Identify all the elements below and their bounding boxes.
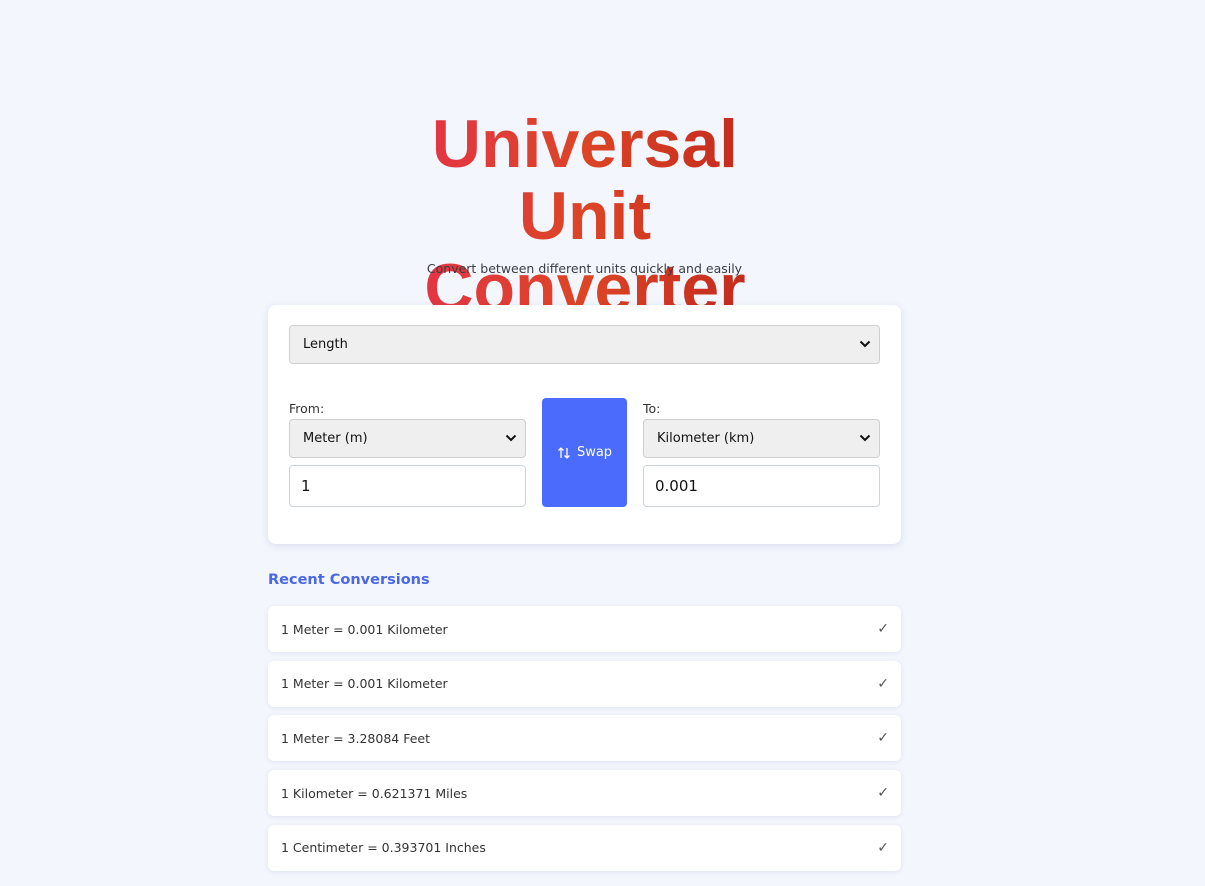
check-icon: ✓ [877,839,889,856]
list-item[interactable]: 1 Kilometer = 0.621371 Miles ✓ [268,770,901,817]
to-value-text: 0.001 [655,477,698,495]
check-icon: ✓ [877,730,889,747]
check-icon: ✓ [877,675,889,692]
list-item-text: 1 Kilometer = 0.621371 Miles [281,785,468,801]
list-item[interactable]: 1 Meter = 3.28084 Feet ✓ [268,715,901,762]
to-unit-select[interactable]: Kilometer (km) [643,419,880,458]
page: Universal Unit Converter Convert between… [0,0,1205,886]
swap-vertical-arrows-icon [557,446,570,459]
list-item-text: 1 Meter = 3.28084 Feet [281,730,431,746]
chevron-down-icon [859,340,871,347]
from-unit-select[interactable]: Meter (m) [289,419,526,458]
list-item[interactable]: 1 Centimeter = 0.393701 Inches ✓ [268,824,901,871]
from-value-text: 1 [301,477,311,495]
swap-button-label: Swap [576,445,613,460]
page-subtitle: Convert between different units quickly … [426,261,743,276]
page-title: Universal Unit Converter [360,108,810,324]
swap-button[interactable]: Swap [542,398,627,507]
converter-card: Length From: Meter (m) 1 Swap To: Kilome… [268,305,901,544]
to-label: To: [643,401,661,416]
list-item-text: 1 Centimeter = 0.393701 Inches [281,840,486,856]
recent-conversions-heading: Recent Conversions [268,572,430,588]
recent-conversions-list: 1 Meter = 0.001 Kilometer ✓ 1 Meter = 0.… [268,606,901,879]
list-item[interactable]: 1 Meter = 0.001 Kilometer ✓ [268,606,901,652]
check-icon: ✓ [877,785,889,802]
from-label: From: [289,401,325,416]
chevron-down-icon [859,434,871,441]
category-select-value: Length [303,337,348,352]
list-item[interactable]: 1 Meter = 0.001 Kilometer ✓ [268,660,901,707]
list-item-text: 1 Meter = 0.001 Kilometer [281,676,448,692]
chevron-down-icon [505,434,517,441]
list-item-text: 1 Meter = 0.001 Kilometer [281,621,448,637]
to-unit-value: Kilometer (km) [657,431,755,446]
category-select[interactable]: Length [289,325,880,364]
to-value-input[interactable]: 0.001 [643,465,880,507]
from-unit-value: Meter (m) [303,431,368,446]
check-icon: ✓ [877,621,889,637]
from-value-input[interactable]: 1 [289,465,526,507]
